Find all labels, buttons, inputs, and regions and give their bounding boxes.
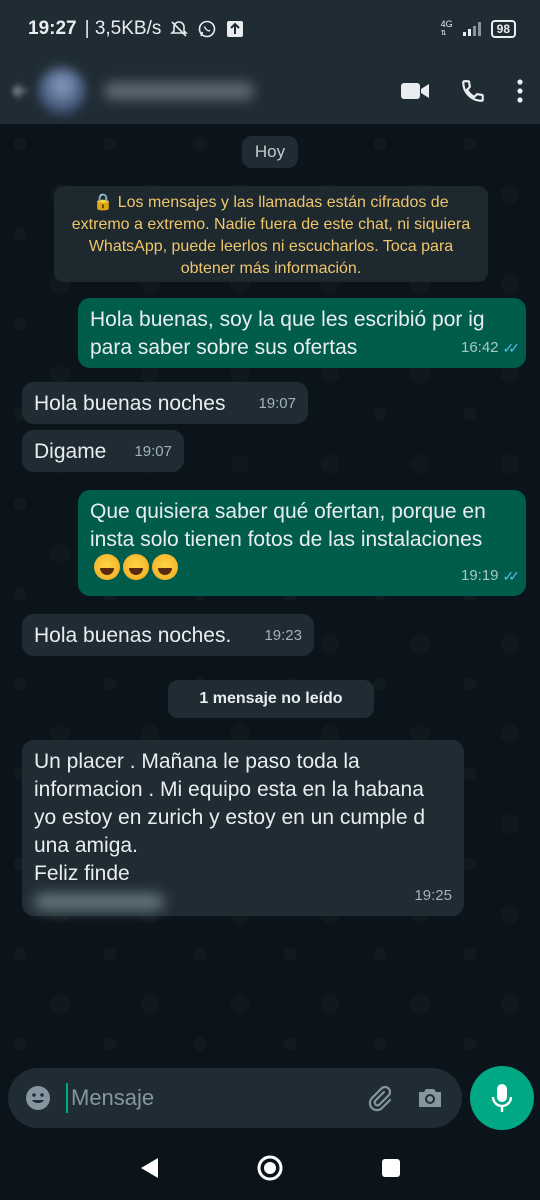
message-text: Hola buenas noches (34, 392, 226, 415)
message-time: 19:07 (134, 443, 172, 460)
microphone-icon (490, 1082, 514, 1114)
message-incoming[interactable]: Un placer . Mañana le paso toda la infor… (22, 740, 464, 916)
whatsapp-icon (197, 19, 217, 39)
status-bar: 19:27 | 3,5KB/s 4G ⇅ 98 (0, 0, 540, 58)
redacted-text (34, 894, 164, 910)
date-chip: Hoy (242, 136, 298, 168)
message-input[interactable]: Mensaje (66, 1083, 342, 1113)
network-type: 4G ⇅ (440, 19, 453, 38)
message-time: 19:07 (258, 395, 296, 412)
message-text: Hola buenas, soy la que les escribió por… (90, 308, 485, 359)
message-outgoing[interactable]: Hola buenas, soy la que les escribió por… (78, 298, 526, 368)
more-options-icon[interactable] (516, 78, 524, 104)
voice-call-icon[interactable] (460, 78, 486, 104)
network-speed: | 3,5KB/s (84, 18, 162, 39)
camera-icon[interactable] (416, 1085, 444, 1111)
message-time: 19:19 (460, 567, 499, 584)
contact-name-redacted[interactable] (104, 82, 254, 100)
clock: 19:27 (28, 18, 77, 39)
encryption-notice[interactable]: 🔒 Los mensajes y las llamadas están cifr… (54, 186, 488, 282)
message-outgoing[interactable]: Que quisiera saber qué ofertan, porque e… (78, 490, 526, 596)
unread-messages-chip: 1 mensaje no leído (168, 680, 374, 718)
contact-avatar[interactable] (38, 67, 86, 115)
attach-icon[interactable] (364, 1083, 394, 1113)
message-incoming[interactable]: Hola buenas noches 19:07 (22, 382, 308, 424)
message-incoming[interactable]: Hola buenas noches. 19:23 (22, 614, 314, 656)
nav-recents-icon[interactable] (380, 1157, 402, 1179)
message-text: Hola buenas noches. (34, 624, 232, 647)
message-time: 16:42 (460, 339, 499, 356)
voice-message-button[interactable] (470, 1066, 534, 1130)
back-arrow-icon[interactable] (8, 71, 34, 111)
message-time: 19:23 (264, 627, 302, 644)
message-body: Que quisiera saber qué ofertan, porque e… (90, 498, 510, 583)
message-meta: 19:19 ✓✓ (460, 562, 521, 590)
signal-strength-icon (462, 22, 481, 36)
message-text: Digame (34, 440, 107, 463)
battery-level: 98 (490, 20, 516, 38)
message-text: Que quisiera saber qué ofertan, porque e… (90, 500, 486, 551)
sweat-smile-emoji-icon (94, 554, 181, 583)
message-incoming[interactable]: Digame 19:07 (22, 430, 184, 472)
read-ticks-icon: ✓✓ (502, 568, 521, 584)
emoji-icon[interactable] (24, 1084, 52, 1112)
message-meta: 16:42 ✓✓ (460, 334, 521, 362)
message-composer: Mensaje (8, 1068, 462, 1128)
message-text-line2: Feliz finde (34, 862, 130, 885)
message-time: 19:25 (414, 887, 452, 904)
upload-icon (225, 19, 245, 39)
message-text: Un placer . Mañana le paso toda la infor… (34, 750, 426, 857)
chat-area[interactable]: Hoy 🔒 Los mensajes y las llamadas están … (0, 124, 540, 1064)
mute-notifications-icon (169, 19, 189, 39)
system-navigation-bar (0, 1136, 540, 1200)
read-ticks-icon: ✓✓ (502, 340, 521, 356)
nav-back-icon[interactable] (138, 1156, 160, 1180)
nav-home-icon[interactable] (256, 1154, 284, 1182)
video-call-icon[interactable] (400, 80, 430, 102)
chat-header (0, 58, 540, 124)
